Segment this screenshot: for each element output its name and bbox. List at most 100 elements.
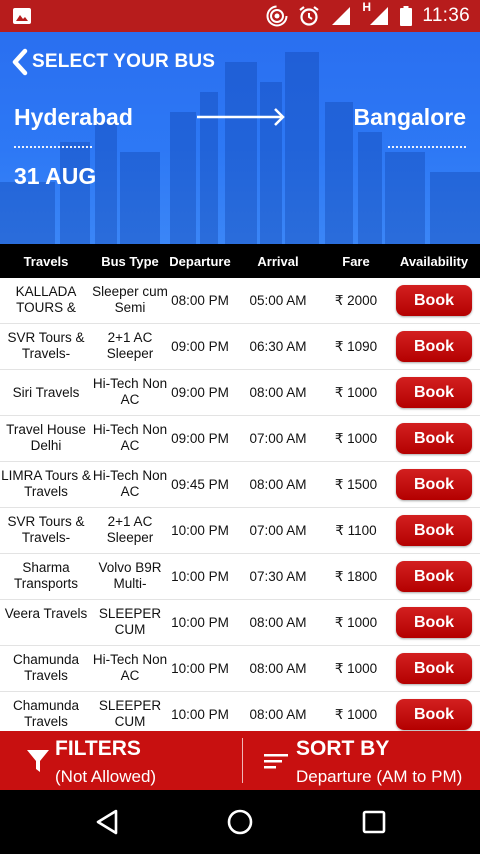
table-row: SVR Tours & Travels- 2+1 AC Sleeper 09:0… <box>0 324 480 370</box>
table-row: Travel House Delhi Hi-Tech Non AC 09:00 … <box>0 416 480 462</box>
filter-icon <box>27 750 49 772</box>
fare: ₹ 2000 <box>334 292 378 308</box>
to-city: Bangalore <box>353 104 466 130</box>
travels-name: Travel House Delhi <box>6 421 86 453</box>
fare: ₹ 1090 <box>334 338 378 354</box>
column-header-travels: Travels <box>23 253 69 269</box>
column-header-departure: Departure <box>169 253 231 269</box>
book-button[interactable]: Book <box>396 285 472 316</box>
filters-button[interactable]: FILTERS (Not Allowed) <box>0 731 240 790</box>
book-button[interactable]: Book <box>396 469 472 500</box>
table-row: KALLADA TOURS & Sleeper cum Semi 08:00 P… <box>0 278 480 324</box>
arrival-time: 07:30 AM <box>249 568 307 584</box>
signal-icon <box>330 5 352 27</box>
table-header: Travels Bus Type Departure Arrival Fare … <box>0 244 480 278</box>
departure-time: 10:00 PM <box>171 706 229 722</box>
sort-by-button[interactable]: SORT BY Departure (AM to PM) <box>244 731 480 790</box>
fare: ₹ 1000 <box>334 706 378 722</box>
book-button[interactable]: Book <box>396 331 472 362</box>
fare: ₹ 1100 <box>335 522 377 538</box>
sort-value: Departure (AM to PM) <box>296 767 463 786</box>
departure-time: 09:45 PM <box>171 476 229 492</box>
bus-type: Sleeper cum Semi <box>92 283 168 315</box>
fare: ₹ 1800 <box>334 568 378 584</box>
divider <box>14 146 92 148</box>
fare: ₹ 1000 <box>334 660 378 676</box>
travels-name: SVR Tours & Travels- <box>7 329 85 361</box>
book-button[interactable]: Book <box>396 653 472 684</box>
chevron-left-icon <box>12 48 28 76</box>
travels-name: Chamunda Travels <box>12 697 80 729</box>
battery-icon <box>400 6 413 26</box>
book-button[interactable]: Book <box>396 423 472 454</box>
route-header: SELECT YOUR BUS Hyderabad Bangalore 31 A… <box>0 32 480 244</box>
departure-time: 10:00 PM <box>171 614 229 630</box>
table-row: SVR Tours & Travels- 2+1 AC Sleeper 10:0… <box>0 508 480 554</box>
fare: ₹ 1500 <box>334 476 378 492</box>
book-button[interactable]: Book <box>396 561 472 592</box>
departure-time: 08:00 PM <box>171 292 229 308</box>
bus-list: KALLADA TOURS & Sleeper cum Semi 08:00 P… <box>0 278 480 738</box>
travels-name: Chamunda Travels <box>12 651 80 683</box>
fare: ₹ 1000 <box>334 614 378 630</box>
arrival-time: 08:00 AM <box>249 660 307 676</box>
hotspot-icon <box>266 5 288 27</box>
bus-type: 2+1 AC Sleeper <box>106 513 154 545</box>
fare: ₹ 1000 <box>334 430 378 446</box>
departure-time: 10:00 PM <box>171 660 229 676</box>
arrival-time: 07:00 AM <box>249 522 307 538</box>
departure-time: 09:00 PM <box>171 338 229 354</box>
bus-type: Volvo B9R Multi- <box>98 559 162 591</box>
column-header-arrival: Arrival <box>257 253 299 269</box>
table-row: Sharma Transports Volvo B9R Multi- 10:00… <box>0 554 480 600</box>
page-title: SELECT YOUR BUS <box>32 51 216 72</box>
filters-label: FILTERS <box>55 737 141 760</box>
back-button[interactable]: SELECT YOUR BUS <box>10 48 215 76</box>
bus-type: Hi-Tech Non AC <box>92 375 168 407</box>
table-row: Siri Travels Hi-Tech Non AC 09:00 PM 08:… <box>0 370 480 416</box>
book-button[interactable]: Book <box>396 607 472 638</box>
bus-type: Hi-Tech Non AC <box>92 421 168 453</box>
status-bar: H 11:36 <box>0 0 480 32</box>
clock: 11:36 <box>422 5 470 26</box>
home-nav-icon[interactable] <box>226 808 254 836</box>
sort-icon <box>264 754 288 769</box>
column-header-fare: Fare <box>342 253 370 269</box>
bus-type: SLEEPER CUM <box>98 605 162 637</box>
system-nav-bar <box>0 790 480 854</box>
arrival-time: 06:30 AM <box>249 338 307 354</box>
column-header-bus-type: Bus Type <box>101 253 159 269</box>
divider <box>242 738 243 783</box>
table-row: Chamunda Travels Hi-Tech Non AC 10:00 PM… <box>0 646 480 692</box>
arrival-time: 08:00 AM <box>249 384 307 400</box>
image-notification-icon <box>12 7 32 25</box>
travels-name: Sharma Transports <box>13 559 79 591</box>
arrival-time: 08:00 AM <box>249 614 307 630</box>
fare: ₹ 1000 <box>334 384 378 400</box>
back-nav-icon[interactable] <box>94 808 120 836</box>
table-row: LIMRA Tours & Travels Hi-Tech Non AC 09:… <box>0 462 480 508</box>
arrival-time: 08:00 AM <box>249 476 307 492</box>
travel-date: 31 AUG <box>14 163 97 189</box>
travels-name: KALLADA TOURS & <box>15 283 77 315</box>
from-city: Hyderabad <box>14 104 133 130</box>
departure-time: 09:00 PM <box>171 430 229 446</box>
book-button[interactable]: Book <box>396 377 472 408</box>
divider <box>388 146 466 148</box>
departure-time: 10:00 PM <box>171 568 229 584</box>
arrival-time: 05:00 AM <box>249 292 307 308</box>
column-header-availability: Availability <box>399 253 469 269</box>
arrival-time: 08:00 AM <box>249 706 307 722</box>
arrival-time: 07:00 AM <box>249 430 307 446</box>
bottom-action-bar: FILTERS (Not Allowed) SORT BY Departure … <box>0 731 480 790</box>
bus-type: SLEEPER CUM <box>98 697 162 729</box>
bus-type: Hi-Tech Non AC <box>92 651 168 683</box>
book-button[interactable]: Book <box>396 699 472 730</box>
book-button[interactable]: Book <box>396 515 472 546</box>
travels-name: SVR Tours & Travels- <box>7 513 85 545</box>
sort-label: SORT BY <box>296 737 390 760</box>
bus-type: 2+1 AC Sleeper <box>106 329 154 361</box>
filters-status: (Not Allowed) <box>55 767 157 786</box>
alarm-icon <box>298 5 320 27</box>
recents-nav-icon[interactable] <box>361 808 387 836</box>
